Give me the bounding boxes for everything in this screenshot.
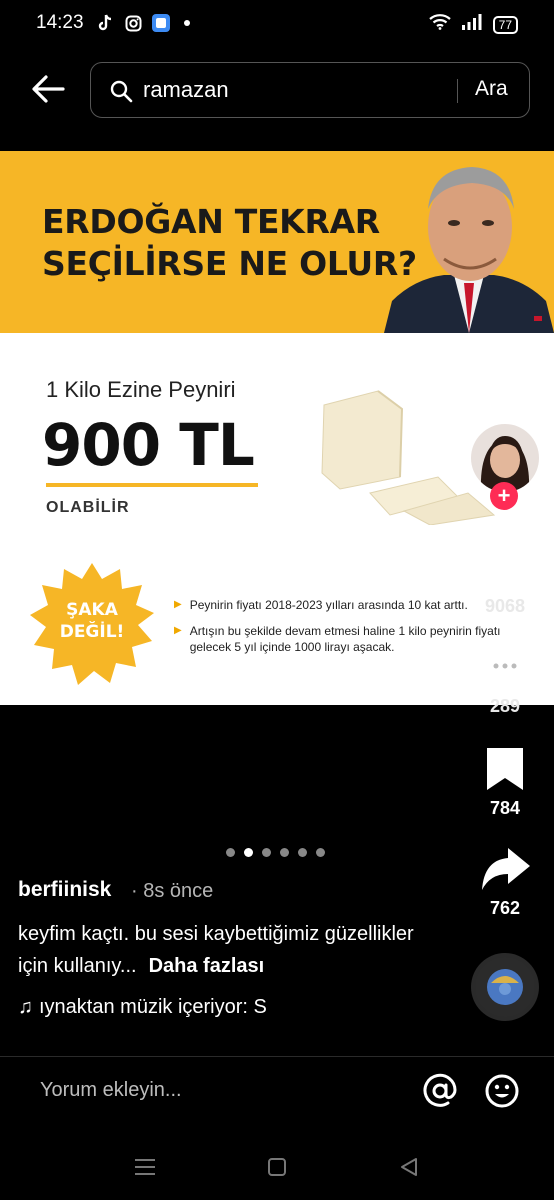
- search-submit-button[interactable]: Ara: [475, 77, 508, 101]
- bookmark-icon: [487, 748, 523, 790]
- politician-portrait: [384, 167, 554, 333]
- bullet-triangle-icon: ▶: [174, 599, 182, 610]
- share-arrow-icon: [482, 848, 530, 890]
- back-button[interactable]: [30, 72, 66, 106]
- comment-button[interactable]: 289: [470, 642, 540, 717]
- instagram-icon: [124, 14, 142, 32]
- headline-line-2: SEÇİLİRSE NE OLUR?: [42, 244, 417, 283]
- like-count: 9068: [484, 596, 526, 616]
- fact-list: ▶ Peynirin fiyatı 2018-2023 yılları aras…: [174, 597, 514, 665]
- more-button[interactable]: Daha fazlası: [149, 955, 265, 977]
- signal-icon: [461, 14, 483, 35]
- search-icon: [110, 80, 133, 103]
- carousel-dot[interactable]: [298, 848, 307, 857]
- fact-item: ▶ Artışın bu şekilde devam etmesi haline…: [174, 623, 514, 655]
- share-count: 762: [489, 898, 521, 918]
- carousel-dot[interactable]: [316, 848, 325, 857]
- comment-input[interactable]: Yorum ekleyin...: [40, 1079, 182, 1102]
- fact-item: ▶ Peynirin fiyatı 2018-2023 yılları aras…: [174, 597, 514, 613]
- mention-icon[interactable]: [422, 1073, 458, 1109]
- comment-bar: Yorum ekleyin...: [0, 1056, 554, 1126]
- joke-line-2: DEĞİL!: [59, 622, 125, 642]
- carousel-dot-active[interactable]: [244, 848, 253, 857]
- tiktok-icon: [96, 14, 114, 32]
- music-info[interactable]: ♫ ıynaktan müzik içeriyor: S: [18, 996, 298, 1019]
- maybe-label: OLABİLİR: [46, 499, 130, 516]
- home-square-icon[interactable]: [264, 1154, 290, 1180]
- price-underline: [46, 483, 258, 487]
- headline-line-1: ERDOĞAN TEKRAR: [42, 202, 380, 241]
- bullet-triangle-icon: ▶: [174, 625, 182, 636]
- comment-bubble-icon: [483, 648, 527, 688]
- more-notifications-dot: [184, 20, 190, 26]
- carousel-dot[interactable]: [226, 848, 235, 857]
- music-disc-icon: [475, 957, 535, 1017]
- app-icon: [152, 14, 170, 32]
- notification-icons: [96, 14, 190, 32]
- comment-count: 289: [489, 696, 521, 716]
- status-bar: 14:23 77: [0, 0, 554, 48]
- carousel-dot[interactable]: [280, 848, 289, 857]
- system-status: 77: [428, 14, 518, 35]
- save-button[interactable]: 784: [470, 744, 540, 819]
- battery-indicator: 77: [492, 15, 518, 34]
- search-header: ramazan Ara: [0, 56, 554, 122]
- arrow-left-icon: [32, 75, 65, 103]
- wifi-icon: [428, 14, 451, 35]
- price-label: 900 TL: [42, 411, 255, 479]
- fact-text: Peynirin fiyatı 2018-2023 yılları arasın…: [189, 598, 468, 612]
- menu-lines-icon[interactable]: [132, 1154, 158, 1180]
- joke-label: ŞAKA DEĞİL!: [28, 599, 156, 643]
- follow-plus-button[interactable]: +: [490, 482, 518, 510]
- save-count: 784: [489, 798, 521, 818]
- carousel-indicator: [226, 848, 325, 857]
- back-triangle-icon[interactable]: [396, 1154, 422, 1180]
- post-time: · 8s önce: [131, 880, 214, 902]
- music-text: ıynaktan müzik içeriyor: S: [39, 996, 267, 1018]
- carousel-dot[interactable]: [262, 848, 271, 857]
- banner-headline: ERDOĞAN TEKRAR SEÇİLİRSE NE OLUR?: [42, 201, 422, 285]
- post-image-banner: ERDOĞAN TEKRAR SEÇİLİRSE NE OLUR?: [0, 151, 554, 333]
- fact-text: Artışın bu şekilde devam etmesi haline 1…: [189, 624, 501, 654]
- search-input[interactable]: ramazan Ara: [90, 62, 530, 118]
- search-query: ramazan: [143, 77, 229, 102]
- emoji-icon[interactable]: [484, 1073, 520, 1109]
- status-time: 14:23: [36, 12, 84, 33]
- like-button[interactable]: 9068: [470, 542, 540, 617]
- music-note-icon: ♫: [18, 996, 33, 1018]
- search-divider: [457, 79, 458, 103]
- heart-icon: [482, 548, 528, 588]
- product-name: 1 Kilo Ezine Peyniri: [46, 377, 236, 402]
- author-username[interactable]: berfiinisk: [18, 878, 111, 902]
- post-caption: keyfim kaçtı. bu sesi kaybettiğimiz güze…: [18, 918, 448, 982]
- share-button[interactable]: 762: [470, 844, 540, 919]
- music-disc-button[interactable]: [471, 953, 539, 1021]
- joke-line-1: ŞAKA: [66, 600, 118, 620]
- system-navigation: [0, 1140, 554, 1200]
